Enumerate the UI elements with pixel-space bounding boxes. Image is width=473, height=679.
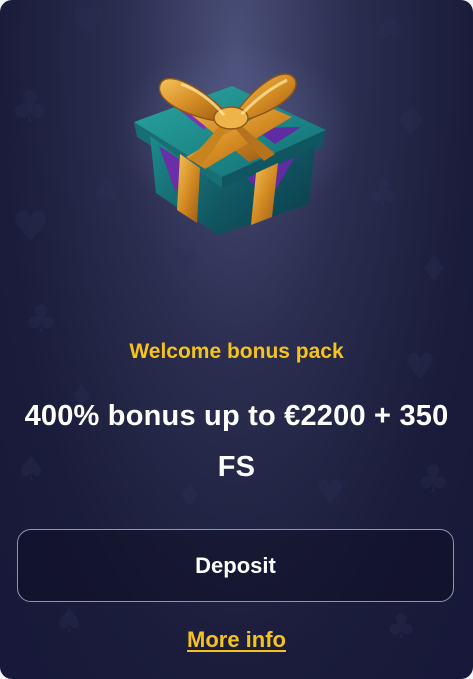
diamond-pattern-icon: ♦	[418, 249, 451, 290]
heart-pattern-icon: ♥	[12, 202, 50, 251]
spade-pattern-icon: ♠	[372, 7, 408, 53]
heart-pattern-icon: ♥	[170, 241, 199, 279]
more-info-link[interactable]: More info	[187, 627, 286, 652]
bonus-card: ♥ ♣ ♠ ♦ ♥ ♠ ♣ ♦ ♣ ♥ ♠ ♦ ♥ ♠ ♣ ♦ ♥ ♠ ♣ We…	[0, 0, 473, 679]
heart-pattern-icon: ♥	[70, 0, 106, 45]
bonus-offer-headline: 400% bonus up to €2200 + 350 FS	[24, 400, 449, 483]
diamond-pattern-icon: ♦	[392, 96, 430, 145]
club-pattern-icon: ♣	[366, 171, 401, 215]
more-info-container: More info	[0, 624, 473, 656]
deposit-button[interactable]: Deposit	[17, 529, 454, 602]
bonus-pack-title: Welcome bonus pack	[129, 340, 344, 363]
gift-box-icon	[114, 42, 358, 235]
club-pattern-icon: ♣	[24, 297, 59, 341]
spade-pattern-icon: ♠	[292, 259, 323, 299]
club-pattern-icon: ♣	[10, 82, 50, 133]
